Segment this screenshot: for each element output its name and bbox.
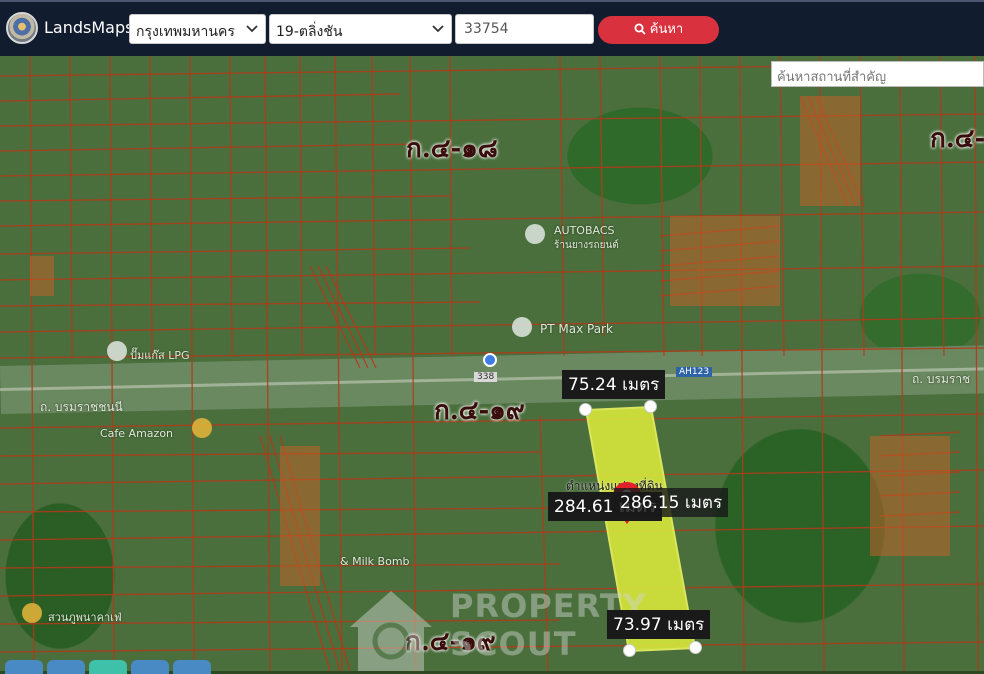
- measurement-right: 286.15 เมตร: [614, 488, 729, 517]
- province-value: กรุงเทพมหานคร: [136, 24, 235, 40]
- toolbar-tab[interactable]: [131, 660, 169, 674]
- landmark-search-input[interactable]: ค้นหาสถานที่สำคัญ: [771, 61, 984, 87]
- parking-icon[interactable]: [512, 317, 532, 337]
- search-icon: [634, 23, 646, 35]
- province-select[interactable]: กรุงเทพมหานคร: [129, 14, 266, 44]
- poi-milkbomb[interactable]: & Milk Bomb: [340, 555, 410, 568]
- vertex-handle[interactable]: [644, 400, 657, 413]
- garden-icon[interactable]: [22, 603, 42, 623]
- poi-pt-max[interactable]: PT Max Park: [540, 322, 613, 336]
- measurement-top: 75.24 เมตร: [562, 370, 666, 399]
- district-value: 19-ตลิ่งชัน: [276, 24, 343, 40]
- chevron-down-icon: [246, 25, 258, 33]
- parcel-number-input[interactable]: 33754: [455, 14, 594, 44]
- vertex-handle[interactable]: [623, 644, 636, 657]
- toolbar-tab[interactable]: [173, 660, 211, 674]
- search-button-label: ค้นหา: [649, 22, 684, 37]
- sheet-label: ก.๔-๑๙: [434, 396, 525, 426]
- gas-station-icon[interactable]: [107, 341, 127, 361]
- district-select[interactable]: 19-ตลิ่งชัน: [269, 14, 452, 44]
- poi-cafe-amazon[interactable]: Cafe Amazon: [100, 427, 173, 440]
- current-location-marker[interactable]: [483, 353, 497, 367]
- brand-name[interactable]: LandsMaps: [44, 18, 133, 37]
- route-badge: 338: [474, 372, 498, 382]
- poi-autobacs[interactable]: AUTOBACS: [554, 224, 615, 237]
- poi-autobacs-sub: ร้านยางรถยนต์: [554, 240, 619, 251]
- toolbar-tab[interactable]: [5, 660, 43, 674]
- vertex-handle[interactable]: [579, 403, 592, 416]
- watermark-line2: SCOUT: [450, 625, 577, 663]
- chevron-down-icon: [432, 25, 444, 33]
- sheet-label: ก.๔-๑๙: [930, 124, 984, 154]
- landsmaps-logo-icon[interactable]: [6, 12, 38, 44]
- house-logo-icon: [350, 591, 432, 671]
- sheet-label: ก.๔-๑๘: [406, 134, 498, 164]
- cafe-icon[interactable]: [192, 418, 212, 438]
- property-scout-watermark: PROPERTY SCOUT: [346, 585, 646, 671]
- measurement-bottom: 73.97 เมตร: [607, 610, 711, 639]
- map-canvas[interactable]: ก.๔-๑๘ ก.๔-๑๙ ก.๔-๑๙ ก.๔-๑๙ AUTOBACS ร้า…: [0, 56, 984, 671]
- search-button[interactable]: ค้นหา: [598, 16, 719, 44]
- shop-icon[interactable]: [525, 224, 545, 244]
- toolbar-tab[interactable]: [47, 660, 85, 674]
- road-label-left: ถ. บรมราชชนนี: [40, 400, 123, 414]
- poi-lpg[interactable]: ปั๊มแก๊ส LPG: [130, 346, 189, 364]
- top-bar: LandsMaps กรุงเทพมหานคร 19-ตลิ่งชัน 3375…: [0, 0, 984, 56]
- poi-garden[interactable]: สวนภูพนาคาเฟ่: [48, 608, 122, 626]
- route-badge: AH123: [676, 367, 713, 377]
- toolbar-tab[interactable]: [89, 660, 127, 674]
- vertex-handle[interactable]: [689, 641, 702, 654]
- road-label-right: ถ. บรมราช: [912, 372, 971, 386]
